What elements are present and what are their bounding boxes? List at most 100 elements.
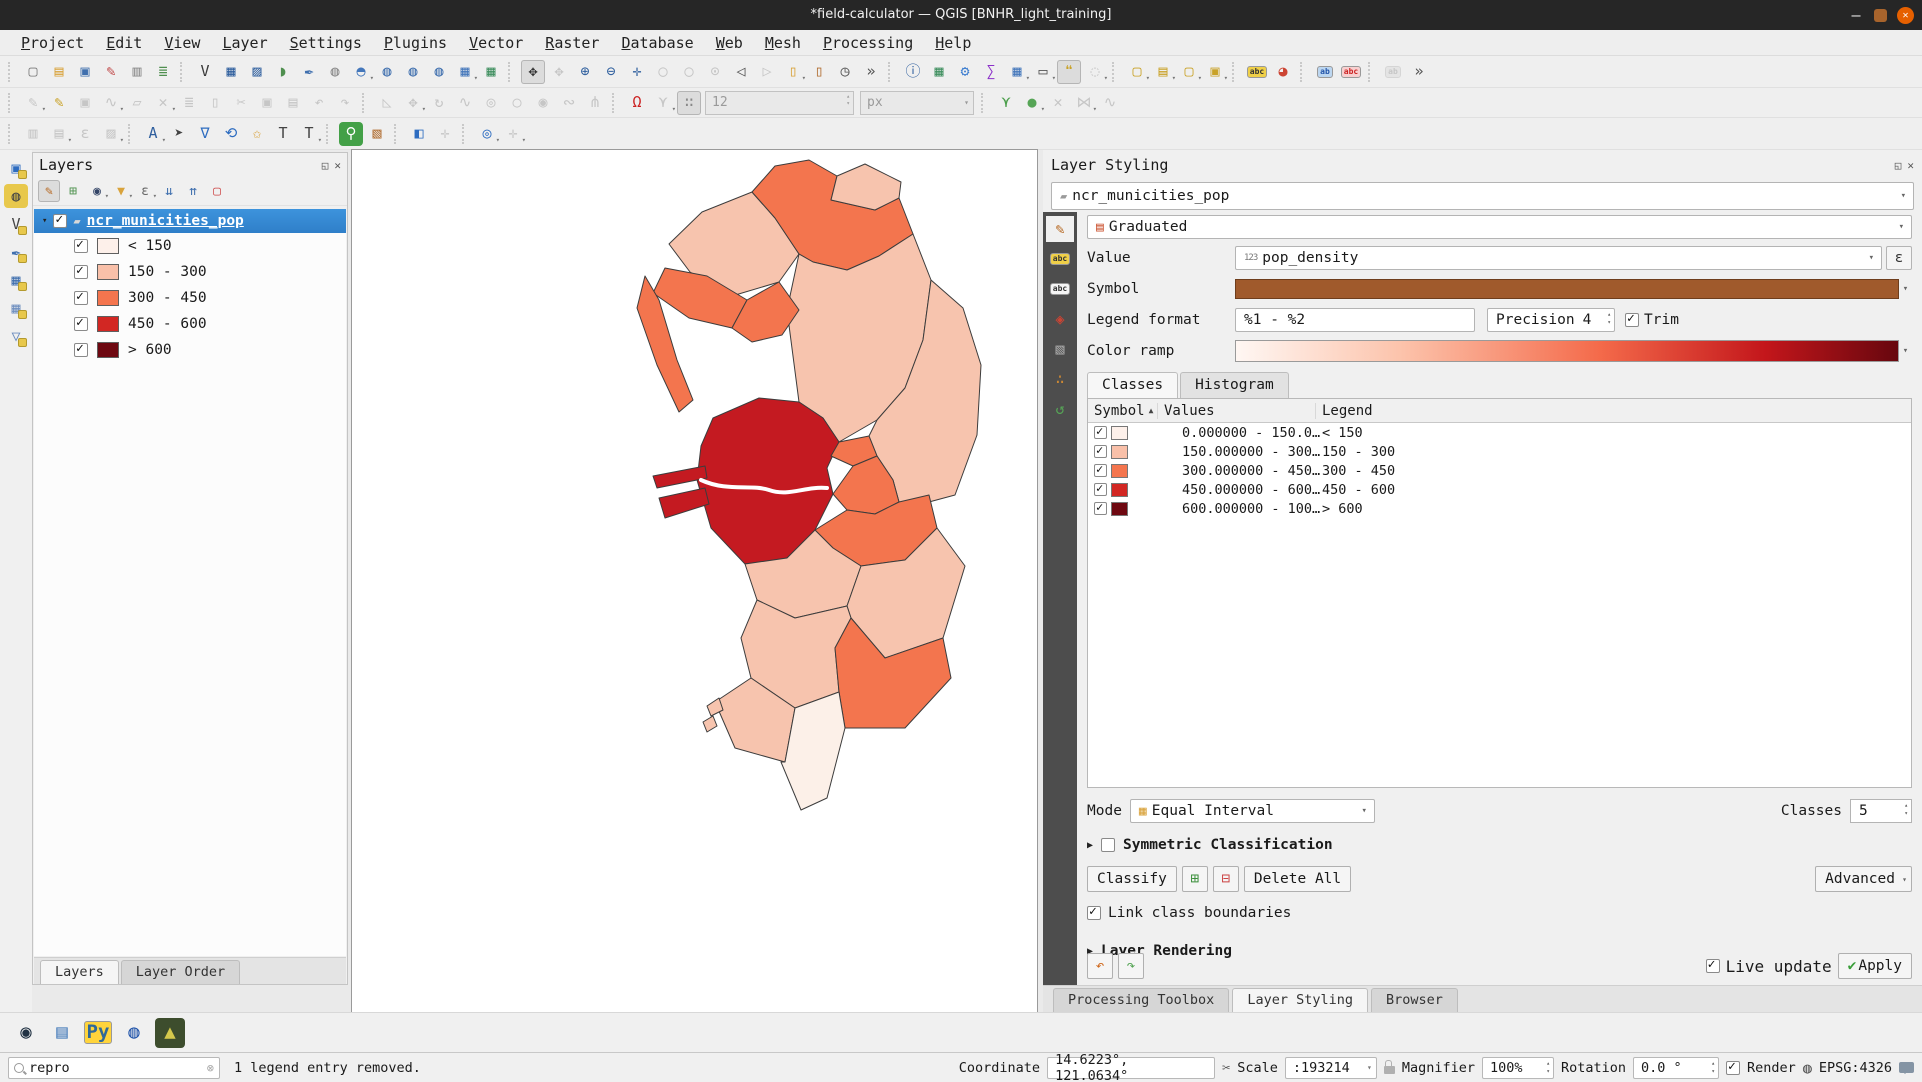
row-checkbox[interactable] [1094,462,1107,477]
legend-class-item[interactable]: 450 - 600 [34,311,346,337]
select-all-icon[interactable]: ▣ ▾ [1203,60,1228,84]
menu-database[interactable]: Database [610,34,704,52]
table-row[interactable]: 600.000000 - 100…> 600 [1088,499,1911,518]
form-box-icon[interactable]: ▨ ▾ [99,122,124,146]
move-label-icon[interactable]: ∇ [193,122,217,146]
digitize-icon[interactable]: ∿ ▾ [99,91,124,115]
table-row[interactable]: 450.000000 - 600…450 - 600 [1088,480,1911,499]
filter-legend-icon[interactable]: ▼ ▾ [110,180,133,202]
toggle-editing-icon[interactable]: ✎ [47,91,71,115]
move-feature-icon[interactable]: ✥ ▾ [401,91,426,115]
filter-expression-icon[interactable]: ε ▾ [134,180,157,202]
advanced-button[interactable]: Advanced ▾ [1815,866,1912,892]
stroke-unit-combo[interactable]: px ▾ [860,90,974,115]
new-spatialite-icon[interactable]: ◍ [323,60,347,84]
add-part-icon[interactable]: ○ [505,91,529,115]
undock-styling-icon[interactable]: ◱ [1895,159,1902,172]
class-visibility-checkbox[interactable] [74,263,88,279]
save-edits-icon[interactable]: ▣ [73,91,97,115]
raster-dock-icon[interactable]: ▦ [4,296,28,320]
link-boundaries-checkbox[interactable] [1087,904,1101,920]
chevron-down-icon[interactable]: ▾ [1899,340,1912,362]
raster-calculator-icon[interactable]: ▦ [219,60,243,84]
spinner-arrows-icon[interactable]: ▴ ▾ [1904,802,1908,818]
class-visibility-checkbox[interactable] [74,315,88,331]
quickmap-services-icon[interactable]: ▧ [365,122,389,146]
snapping-icon[interactable]: Ω [625,91,649,115]
spinner-arrows-icon[interactable]: ▴ ▾ [1607,311,1611,327]
flip-line-icon[interactable]: ⋈ ▾ [1072,91,1098,115]
add-virtual-layer-icon[interactable]: ▦ ▾ [453,60,478,84]
legend-class-item[interactable]: 300 - 450 [34,285,346,311]
delete-selected-icon[interactable]: ▯ [203,91,227,115]
data-source-manager-icon[interactable]: ▣ [4,156,28,180]
menu-edit[interactable]: Edit [95,34,153,52]
close-styling-icon[interactable]: ✕ [1907,159,1914,172]
new-vector-layer-icon[interactable]: V [193,60,217,84]
layer-expand-arrow[interactable]: ▾ [42,216,47,226]
symmetric-checkbox[interactable] [1101,838,1116,852]
georeferencer-icon[interactable]: ◎ ▾ [475,122,500,146]
add-group-icon[interactable]: ⊞ [62,180,84,202]
osm-globe-icon[interactable]: ◍ [119,1018,149,1048]
attributes-form-icon[interactable]: ▥ [21,122,45,146]
tracing-config-icon[interactable]: ⋎ [994,91,1018,115]
legend-class-item[interactable]: < 150 [34,233,346,259]
menu-view[interactable]: View [153,34,211,52]
menu-web[interactable]: Web [705,34,754,52]
measure-angle-icon[interactable]: ◺ [375,91,399,115]
delete-all-button[interactable]: Delete All [1243,866,1352,892]
value-field-selector[interactable]: 123 pop_density ▾ [1235,246,1882,270]
table-row[interactable]: 0.000000 - 150.0…< 150 [1088,423,1911,442]
remove-layer-icon[interactable]: ▢ [206,180,228,202]
zoom-next-icon[interactable]: ▷ [755,60,779,84]
expand-arrow-icon[interactable]: ▶ [1087,840,1093,851]
precision-spinner[interactable]: Precision 4 ▴ ▾ [1487,308,1615,332]
offset-curve-icon[interactable]: ∾ [557,91,581,115]
tab-histogram[interactable]: Histogram [1180,372,1289,398]
expression-builder-button[interactable]: ε [1886,246,1912,270]
apply-button[interactable]: ✔ Apply [1837,953,1912,979]
pan-to-selection-icon[interactable]: ✥ [547,60,571,84]
rotation-spinner[interactable]: 0.0 ° ▴ ▾ [1633,1056,1720,1079]
pinned-labels-icon[interactable]: ✩ [245,122,269,146]
new-shapefile-icon[interactable]: ✒ [297,60,321,84]
reshape-icon[interactable]: ⋔ [583,91,607,115]
renderer-selector[interactable]: ▤ Graduated ▾ [1087,215,1912,239]
map-canvas[interactable] [351,149,1038,1013]
menu-layer[interactable]: Layer [211,34,278,52]
render-checkbox[interactable] [1726,1059,1741,1075]
magnifier-spinner[interactable]: 100% ▴ ▾ [1482,1056,1554,1079]
measure-icon[interactable]: ▭ ▾ [1031,60,1056,84]
class-visibility-checkbox[interactable] [74,289,88,305]
new-vector-dock-icon[interactable]: V [4,212,28,236]
select-by-value-icon[interactable]: ▤ ▾ [1151,60,1176,84]
tracing-icon[interactable]: ⋎ ▾ [651,91,676,115]
python-console-icon[interactable]: Py [83,1018,113,1048]
tab-layer-order[interactable]: Layer Order [120,960,241,984]
layer-diagram-icon[interactable]: ◕ [1271,60,1295,84]
classes-count-spinner[interactable]: 5 ▴ ▾ [1850,799,1912,823]
advanced-digitizing-icon[interactable]: ∷ [677,90,701,115]
zoom-native-icon[interactable]: ⊙ [703,60,727,84]
db-manager-icon[interactable]: ▤ [47,1018,77,1048]
save-project-icon[interactable]: ▣ [73,60,97,84]
symbology-tab-icon[interactable]: ✎ [1046,216,1074,242]
temporal-controller-icon[interactable]: ◷ [833,60,857,84]
copy-features-icon[interactable]: ▣ [255,91,279,115]
row-checkbox[interactable] [1094,481,1107,496]
multiedit-icon[interactable]: ≣ [177,91,201,115]
tab-processing-toolbox[interactable]: Processing Toolbox [1053,988,1230,1012]
close-panel-icon[interactable]: ✕ [334,159,341,172]
new-report-icon[interactable]: ≣ [151,60,175,84]
zoom-out-icon[interactable]: ⊖ [599,60,623,84]
row-checkbox[interactable] [1094,443,1107,458]
add-arcgis-layer-icon[interactable]: ◍ [401,60,425,84]
layer-item-ncr-municities-pop[interactable]: ▾ ▰ ncr_municities_pop [34,209,346,233]
paste-features-icon[interactable]: ▤ [281,91,305,115]
add-class-button[interactable]: ⊞ [1181,866,1208,892]
menu-project[interactable]: Project [10,34,95,52]
close-button[interactable]: ✕ [1897,6,1914,24]
new-bookmark-icon[interactable]: ▯ ▾ [781,60,806,84]
mesh-plugin-icon[interactable]: ▲ [155,1017,185,1048]
